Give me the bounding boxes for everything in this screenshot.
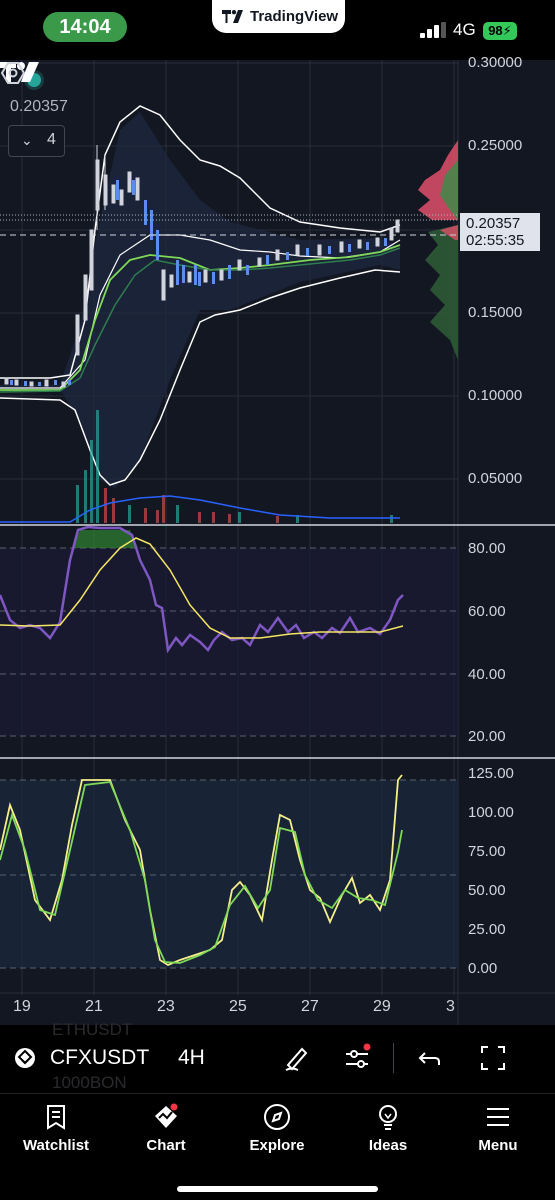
nav-menu[interactable]: Menu [448, 1102, 548, 1162]
stoch-band-fill [0, 780, 458, 968]
nav-label: Ideas [368, 1137, 408, 1154]
chart-icon [155, 1103, 178, 1128]
price-axis-label: 0.15000 [468, 304, 523, 321]
rsi-band-fill [0, 548, 458, 736]
volume-profile [418, 140, 458, 360]
time-axis-label: 3 [446, 998, 455, 1015]
nav-label: Menu [478, 1137, 518, 1154]
stoch-axis-label: 100.00 [468, 804, 514, 821]
symbol-toolbar: ETHUSDT 1000BON CFXUSDT 4H [0, 1020, 555, 1093]
network-type: 4G [453, 20, 476, 39]
indicators-collapse-button[interactable]: ⌄ 4 [8, 125, 65, 157]
nav-label: Watchlist [22, 1137, 90, 1154]
time-axis-label: 23 [157, 998, 175, 1015]
indicator-count: 4 [47, 131, 56, 148]
lightbulb-icon [379, 1105, 397, 1130]
time-axis-label: 29 [373, 998, 391, 1015]
rsi-axis-label: 60.00 [468, 603, 506, 620]
bollinger-band-fill [0, 112, 400, 488]
nav-chart[interactable]: Chart [116, 1102, 216, 1162]
hamburger-icon [487, 1108, 509, 1126]
tradingview-return-pill[interactable]: TradingView [212, 0, 345, 33]
status-bar: 14:04 TradingView 4G 98⚡ [0, 0, 555, 60]
undo-icon[interactable] [415, 1043, 445, 1073]
nav-explore[interactable]: Explore [227, 1102, 327, 1162]
draw-brush-icon[interactable] [282, 1043, 312, 1073]
chart-area[interactable]: 0.20357 ⌄ 4 0.30000 0.25000 0.20000 0.15… [0, 54, 555, 1025]
time-axis-label: 19 [13, 998, 31, 1015]
stoch-axis-label: 50.00 [468, 882, 506, 899]
price-axis-label: 0.10000 [468, 387, 523, 404]
next-symbol-ghost: 1000BON [52, 1073, 127, 1092]
rsi-axis-label: 40.00 [468, 666, 506, 683]
compass-icon [264, 1104, 290, 1130]
clock: 14:04 [43, 12, 127, 42]
signal-icon [420, 22, 446, 38]
fullscreen-icon[interactable] [478, 1043, 508, 1073]
current-price-label: 0.20357 [10, 98, 68, 115]
chevron-down-icon: ⌄ [21, 132, 33, 148]
stoch-axis-label: 25.00 [468, 921, 506, 938]
bar-countdown: 02:55:35 [466, 232, 525, 249]
last-price-value: 0.20357 [466, 215, 521, 232]
stoch-axis-label: 0.00 [468, 960, 498, 977]
nav-label: Chart [146, 1137, 186, 1154]
price-axis-label: 0.25000 [468, 137, 523, 154]
bottom-navigation: Watchlist Chart Explore Ideas Menu [0, 1093, 555, 1200]
nav-label: Explore [249, 1137, 305, 1154]
cfx-logo-icon [15, 1048, 35, 1068]
interval-selector[interactable]: 4H [178, 1046, 205, 1070]
nav-watchlist[interactable]: Watchlist [6, 1102, 106, 1162]
rsi-axis-label: 80.00 [468, 540, 506, 557]
home-indicator[interactable] [177, 1186, 378, 1192]
indicators-sliders-icon[interactable] [342, 1043, 372, 1073]
app-name: TradingView [250, 8, 339, 25]
battery-level: 98 [488, 23, 503, 38]
time-axis-label: 27 [301, 998, 319, 1015]
stoch-axis-label: 75.00 [468, 843, 506, 860]
price-axis-label: 0.30000 [468, 54, 523, 71]
last-price-tag: 0.20357 02:55:35 [460, 213, 540, 251]
stoch-axis-label: 125.00 [468, 765, 514, 782]
chart-settings-icon[interactable] [0, 60, 26, 86]
toolbar-separator [393, 1043, 394, 1073]
battery-indicator: 98⚡ [483, 22, 517, 40]
previous-symbol-ghost: ETHUSDT [52, 1020, 133, 1039]
price-axis-label: 0.05000 [468, 470, 523, 487]
symbol-selector[interactable]: CFXUSDT [50, 1046, 149, 1070]
time-axis-label: 25 [229, 998, 247, 1015]
rsi-axis-label: 20.00 [468, 728, 506, 745]
nav-ideas[interactable]: Ideas [338, 1102, 438, 1162]
watchlist-icon [47, 1105, 65, 1130]
time-axis-label: 21 [85, 998, 103, 1015]
tradingview-logo-icon [222, 10, 243, 23]
